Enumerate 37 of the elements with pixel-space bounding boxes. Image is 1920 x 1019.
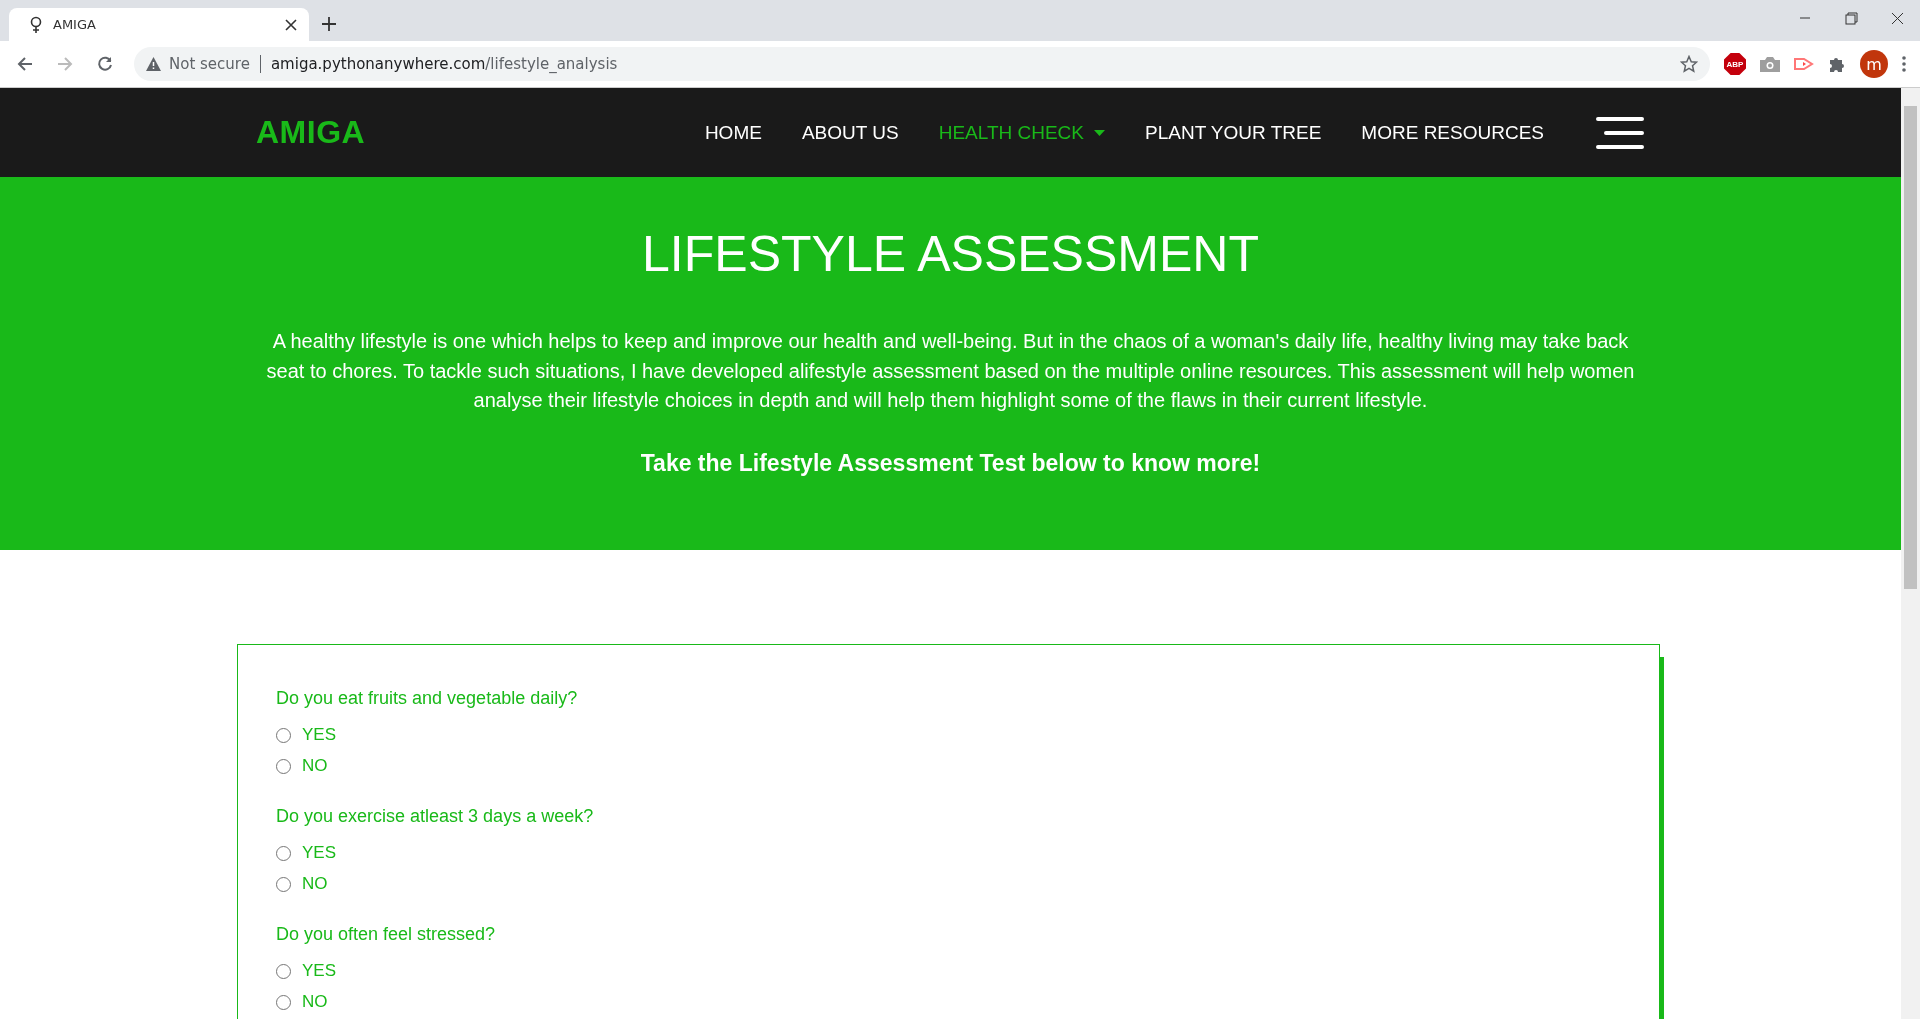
site-logo[interactable]: AMIGA xyxy=(256,114,366,151)
question-text: Do you exercise atleast 3 days a week? xyxy=(276,806,595,827)
close-icon[interactable] xyxy=(285,18,297,31)
menu-icon[interactable] xyxy=(1596,115,1644,150)
nav-link[interactable]: MORE RESOURCES xyxy=(1361,121,1544,144)
tab-title: AMIGA xyxy=(53,17,97,32)
camera-icon[interactable] xyxy=(1760,56,1780,72)
new-tab-icon[interactable] xyxy=(321,15,337,32)
browser-tab[interactable]: AMIGA xyxy=(9,8,309,41)
nav-link[interactable]: HEALTH CHECK xyxy=(938,121,1105,144)
scrollbar[interactable] xyxy=(1901,88,1920,1019)
question-text: Do you eat fruits and vegetable daily? xyxy=(276,688,579,709)
radio-button[interactable] xyxy=(276,758,291,774)
scrollbar-thumb[interactable] xyxy=(1904,106,1917,589)
security-label: Not secure xyxy=(169,55,250,73)
warning-icon xyxy=(146,57,161,71)
radio-button[interactable] xyxy=(276,727,291,743)
url-text: amiga.pythonanywhere.com/lifestyle_analysis xyxy=(270,55,618,73)
female-symbol-icon xyxy=(29,15,43,34)
nav-link[interactable]: HOME xyxy=(704,121,762,144)
radio-button[interactable] xyxy=(276,963,291,979)
puzzle-icon[interactable] xyxy=(1828,55,1846,73)
page-title: LIFESTYLE ASSESSMENT xyxy=(641,225,1260,283)
nav-link[interactable]: PLANT YOUR TREE xyxy=(1145,121,1322,144)
intro-paragraph: A healthy lifestyle is one which helps to keep and improve our health and well-being. But in the chaos of a woman's daily life, healthy living may take back seat to chores. To tackle such situations, I have developed alifestyle assessment based on the multiple online resources. This assessment will help women analyse their lifestyle choices in depth and will help them highlight some of the flaws in their current lifestyle. xyxy=(265,329,1636,413)
radio-button[interactable] xyxy=(276,994,291,1010)
call-to-action: Take the Lifestyle Assessment Test below to know more! xyxy=(639,449,1262,477)
more-menu-icon[interactable] xyxy=(1902,56,1906,72)
profile-avatar[interactable]: m xyxy=(1860,50,1888,78)
radio-button[interactable] xyxy=(276,845,291,861)
cast-extension-icon[interactable] xyxy=(1794,56,1814,72)
nav-link[interactable]: ABOUT US xyxy=(801,121,899,144)
question-text: Do you often feel stressed? xyxy=(276,924,497,945)
radio-button[interactable] xyxy=(276,876,291,892)
adblock-extension-icon[interactable]: ABP xyxy=(1724,53,1746,75)
address-bar[interactable]: Not secure amiga.pythonanywhere.com/lifestyle_analysis xyxy=(134,47,1710,81)
star-icon[interactable] xyxy=(1680,55,1698,73)
